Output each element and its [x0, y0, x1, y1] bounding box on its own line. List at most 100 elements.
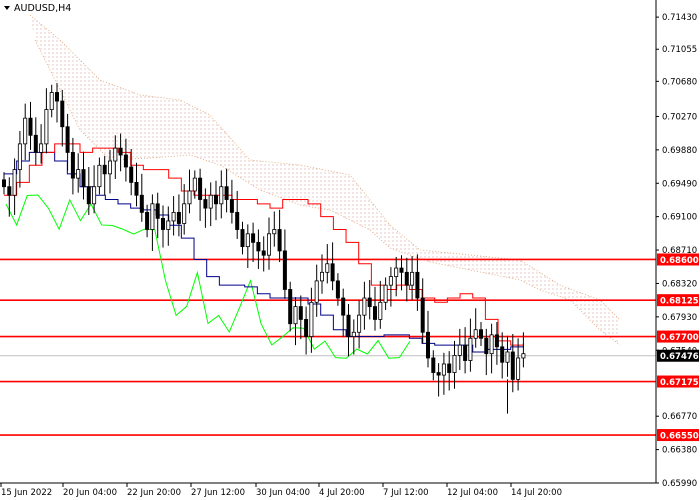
triangle-down-icon[interactable]	[4, 6, 10, 10]
candle-body	[160, 217, 165, 230]
candle-body	[44, 109, 49, 145]
price-tick-label: 0.71430	[662, 13, 697, 23]
candle	[378, 280, 383, 329]
candle	[176, 194, 181, 237]
candle-body	[240, 229, 245, 248]
candle-body	[388, 276, 393, 286]
candle-body	[123, 154, 128, 168]
candle-body	[235, 211, 240, 230]
time-tick-label: 30 Jun 04:00	[256, 488, 310, 498]
candle	[235, 190, 240, 239]
candle	[516, 338, 521, 391]
candle	[12, 158, 17, 215]
price-tick-label: 0.69100	[662, 213, 697, 223]
candle	[304, 306, 309, 355]
candle	[198, 168, 203, 221]
candle-body	[92, 186, 97, 205]
candle-body	[145, 211, 150, 230]
candle	[55, 83, 60, 123]
cloud-area	[30, 15, 620, 345]
candle-body	[346, 314, 351, 337]
candle-body	[325, 263, 330, 273]
candle-body	[2, 179, 7, 188]
candle-body	[55, 92, 60, 102]
candle-body	[28, 117, 33, 136]
candle-body	[17, 143, 22, 170]
ichimoku-cloud	[29, 14, 621, 346]
price-tick-label: 0.71055	[662, 45, 697, 55]
symbol-timeframe-label: AUDUSD,H4	[14, 3, 71, 14]
candle-body	[81, 169, 86, 188]
candle-body	[431, 357, 436, 373]
candle	[272, 211, 277, 247]
time-tick-label: 14 Jul 20:00	[511, 488, 562, 498]
candle	[431, 350, 436, 381]
candle-body	[251, 233, 256, 243]
time-tick-label: 15 Jun 2022	[1, 488, 52, 498]
candle	[7, 177, 12, 217]
candle	[224, 168, 229, 213]
candle-body	[229, 199, 234, 213]
candle-body	[208, 194, 213, 209]
candles	[2, 83, 526, 414]
chart-window[interactable]: 0.71430 0.71055 0.70680 0.70270 0.69880 0.694…	[0, 0, 700, 500]
candle	[261, 236, 266, 272]
candle-body	[182, 203, 187, 224]
candle-body	[399, 267, 404, 273]
candle-body	[76, 169, 81, 179]
axes: 0.71430 0.71055 0.70680 0.70270 0.69880 0.694…	[0, 0, 697, 498]
candle	[489, 323, 494, 374]
candle	[478, 322, 483, 346]
candle-body	[457, 344, 462, 356]
chart-title[interactable]: AUDUSD,H4	[4, 3, 71, 14]
candle	[86, 166, 91, 215]
candle	[102, 155, 107, 196]
candle-body	[139, 194, 144, 213]
candle-body	[319, 271, 324, 282]
candle-body	[65, 126, 70, 153]
candle-body	[367, 297, 372, 307]
candle-body	[452, 354, 457, 373]
candle	[203, 188, 208, 228]
candle	[44, 88, 49, 154]
candle-body	[245, 233, 250, 248]
candle	[229, 179, 234, 224]
candle	[357, 300, 362, 349]
candle	[92, 165, 97, 214]
candle	[510, 333, 515, 393]
time-tick-label: 22 Jun 20:00	[127, 488, 181, 498]
candle-body	[33, 134, 38, 153]
candle-body	[272, 229, 277, 235]
candle-body	[335, 280, 340, 299]
candle	[314, 264, 319, 317]
price-tick-label: 0.69880	[662, 146, 697, 156]
candle-body	[447, 363, 452, 373]
level-tag-label: 0.67175	[660, 378, 699, 388]
candle-body	[224, 186, 229, 200]
candle	[245, 224, 250, 269]
candle	[288, 281, 293, 332]
candle-body	[256, 241, 261, 252]
candle-body	[113, 147, 118, 162]
candle-body	[7, 186, 12, 196]
time-tick-label: 20 Jun 04:00	[63, 488, 117, 498]
candle-body	[298, 306, 303, 320]
candle-body	[436, 372, 441, 376]
candle	[251, 222, 256, 263]
candle	[150, 194, 155, 251]
candle	[213, 180, 218, 221]
price-chart[interactable]: 0.71430 0.71055 0.70680 0.70270 0.69880 0.694…	[0, 0, 700, 500]
candle-body	[282, 250, 287, 290]
candle-body	[23, 117, 28, 145]
candle-body	[60, 100, 65, 128]
candle-body	[70, 152, 75, 179]
candle	[447, 351, 452, 391]
candle-body	[478, 329, 483, 339]
candle	[441, 352, 446, 395]
candle-body	[505, 351, 510, 363]
candle-body	[378, 301, 383, 320]
candle	[240, 221, 245, 255]
candle-body	[166, 220, 171, 230]
candle	[182, 184, 187, 235]
candle	[208, 182, 213, 227]
